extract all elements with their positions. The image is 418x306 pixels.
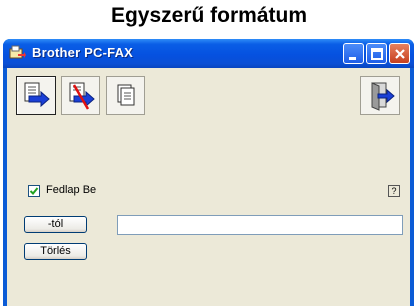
exit-button[interactable] [360,76,400,115]
from-input[interactable] [117,215,403,235]
maximize-button[interactable] [366,43,387,64]
client-area: Fedlap Be ? -tól Törlés [7,68,410,306]
from-button[interactable]: -tól [24,216,87,233]
delete-button[interactable]: Törlés [24,243,87,260]
page-heading: Egyszerű formátum [110,4,308,27]
fax-app-icon [9,45,26,61]
send-fax-button[interactable] [16,76,56,115]
cancel-send-button[interactable] [61,76,100,115]
pc-fax-window: Brother PC-FAX Fedlap Be ? -tól Törlés [3,39,414,306]
titlebar[interactable]: Brother PC-FAX [3,39,414,68]
cover-page-checkbox[interactable] [28,185,40,197]
close-button[interactable] [389,43,410,64]
help-button[interactable]: ? [388,185,400,197]
minimize-button[interactable] [343,43,364,64]
window-title: Brother PC-FAX [32,45,134,60]
cover-page-label: Fedlap Be [46,184,97,196]
document-button[interactable] [106,76,145,115]
